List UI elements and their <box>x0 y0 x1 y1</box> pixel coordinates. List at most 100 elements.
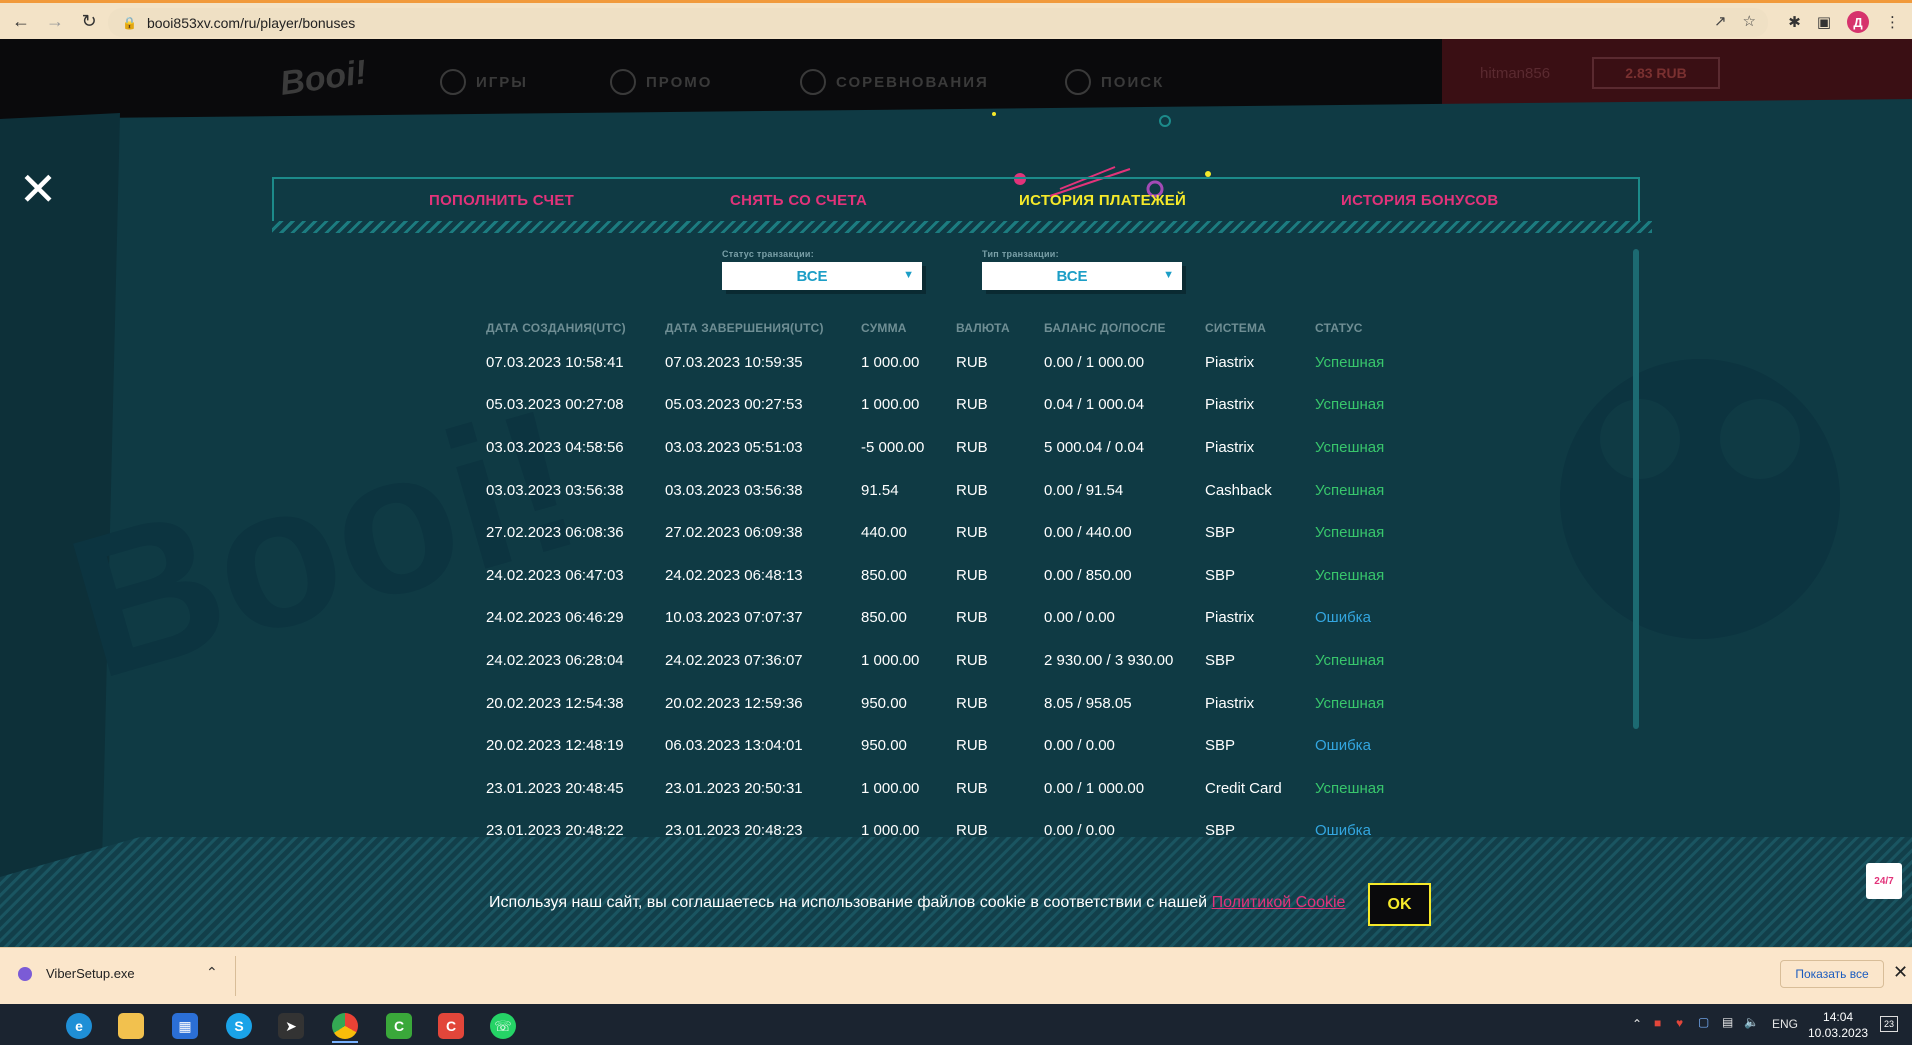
tray-volume-icon[interactable]: 🔈 <box>1744 1015 1759 1029</box>
download-item[interactable]: ViberSetup.exe <box>18 966 135 981</box>
tab-withdraw[interactable]: СНЯТЬ СО СЧЕТА <box>730 192 867 209</box>
cell-status: Успешная <box>1315 396 1385 414</box>
column-header[interactable]: ВАЛЮТА <box>956 321 1044 341</box>
camtasia-green-icon: C <box>386 1013 412 1039</box>
status-filter-select[interactable]: ВСЕ ▼ <box>722 262 922 290</box>
tray-screen-icon[interactable]: ▢ <box>1698 1015 1709 1029</box>
tray-overflow-chevron-icon[interactable]: ⌃ <box>1632 1017 1642 1031</box>
column-header[interactable]: СУММА <box>861 321 956 341</box>
cell-system: Piastrix <box>1205 609 1255 627</box>
notifications-badge[interactable]: 23 <box>1880 1016 1898 1032</box>
taskbar-store[interactable]: ▦ <box>164 1009 206 1043</box>
tray-language[interactable]: ENG <box>1772 1017 1798 1031</box>
cell-system: SBP <box>1205 737 1236 755</box>
cell-currency: RUB <box>956 481 988 499</box>
menu-kebab-icon[interactable]: ⋮ <box>1885 13 1900 31</box>
tray-shield-icon[interactable]: ♥ <box>1676 1016 1683 1030</box>
site-logo[interactable]: Booi! <box>278 53 369 104</box>
cell-amount: -5 000.00 <box>861 438 925 456</box>
nav-link-games[interactable]: ИГРЫ <box>440 69 528 95</box>
share-icon[interactable]: ↗ <box>1714 12 1727 30</box>
cell-created: 07.03.2023 10:58:41 <box>486 353 624 371</box>
back-button[interactable]: ← <box>8 8 34 34</box>
cell-system: Piastrix <box>1205 396 1255 414</box>
nav-link-search[interactable]: ПОИСК <box>1065 69 1164 95</box>
type-filter-select[interactable]: ВСЕ ▼ <box>982 262 1182 290</box>
cell-completed: 03.03.2023 03:56:38 <box>665 481 803 499</box>
nav-link-tournaments[interactable]: СОРЕВНОВАНИЯ <box>800 69 989 95</box>
cell-completed: 20.02.2023 12:59:36 <box>665 694 803 712</box>
column-header[interactable]: ДАТА ЗАВЕРШЕНИЯ(UTC) <box>665 321 861 341</box>
balance-button[interactable]: 2.83 RUB <box>1592 57 1720 89</box>
taskbar-skype[interactable]: S <box>218 1009 260 1043</box>
tab-deposit[interactable]: ПОПОЛНИТЬ СЧЕТ <box>429 192 574 209</box>
tray-antivirus-icon[interactable]: ■ <box>1654 1016 1661 1030</box>
caret-down-icon: ▼ <box>1163 269 1174 281</box>
games-icon <box>440 69 466 95</box>
cell-system: Piastrix <box>1205 438 1255 456</box>
cell-completed: 27.02.2023 06:09:38 <box>665 524 803 542</box>
support-chat-button[interactable]: 24/7 <box>1866 863 1902 899</box>
status-filter: Статус транзакции: ВСЕ ▼ <box>722 249 922 290</box>
whatsapp-icon: ☏ <box>490 1013 516 1039</box>
edge-icon: e <box>66 1013 92 1039</box>
address-url: booi853xv.com/ru/player/bonuses <box>146 14 356 31</box>
profile-avatar[interactable]: Д <box>1847 11 1869 33</box>
cell-currency: RUB <box>956 438 988 456</box>
extensions-icon[interactable]: ✱ <box>1788 13 1801 31</box>
column-header[interactable]: БАЛАНС ДО/ПОСЛЕ <box>1044 321 1205 341</box>
taskbar-camtasia-red[interactable]: C <box>430 1009 472 1043</box>
type-filter-label: Тип транзакции: <box>982 249 1059 259</box>
start-button[interactable] <box>4 1009 46 1043</box>
cell-currency: RUB <box>956 694 988 712</box>
reload-button[interactable]: ↻ <box>76 8 102 34</box>
taskbar-explorer[interactable] <box>110 1009 152 1043</box>
column-header[interactable]: СТАТУС <box>1315 321 1425 341</box>
taskbar-whatsapp[interactable]: ☏ <box>482 1009 524 1043</box>
table-row: 27.02.2023 06:08:36 27.02.2023 06:09:38 44… <box>486 511 1425 554</box>
cell-amount: 91.54 <box>861 481 899 499</box>
table-scrollbar[interactable] <box>1633 249 1639 729</box>
cell-amount: 850.00 <box>861 566 907 584</box>
tray-clock[interactable]: 14:04 10.03.2023 <box>1808 1009 1868 1041</box>
close-download-bar-icon[interactable]: ✕ <box>1893 962 1908 983</box>
tab-payment-history[interactable]: ИСТОРИЯ ПЛАТЕЖЕЙ <box>1019 192 1186 209</box>
browser-toolbar: ← → ↻ 🔒 booi853xv.com/ru/player/bonuses … <box>0 0 1912 39</box>
cell-status: Ошибка <box>1315 609 1371 627</box>
folder-icon <box>118 1013 144 1039</box>
column-header[interactable]: СИСТЕМА <box>1205 321 1315 341</box>
cell-status: Успешная <box>1315 779 1385 797</box>
clock-time: 14:04 <box>1823 1010 1854 1024</box>
taskbar-edge[interactable]: e <box>58 1009 100 1043</box>
show-all-downloads-button[interactable]: Показать все <box>1780 960 1884 988</box>
cell-status: Ошибка <box>1315 737 1371 755</box>
cookie-policy-link[interactable]: Политикой Cookie <box>1212 894 1346 911</box>
tray-network-icon[interactable]: ▤ <box>1722 1015 1733 1029</box>
cell-created: 23.01.2023 20:48:45 <box>486 779 624 797</box>
tab-bonus-history[interactable]: ИСТОРИЯ БОНУСОВ <box>1341 192 1499 209</box>
cell-created: 20.02.2023 12:48:19 <box>486 737 624 755</box>
cell-balance: 0.00 / 0.00 <box>1044 737 1115 755</box>
download-bar: ViberSetup.exe ⌃ Показать все ✕ <box>0 947 1912 1004</box>
cookie-ok-button[interactable]: OK <box>1368 883 1431 926</box>
column-header[interactable]: ДАТА СОЗДАНИЯ(UTC) <box>486 321 665 341</box>
cell-balance: 0.00 / 440.00 <box>1044 524 1132 542</box>
address-bar[interactable]: 🔒 booi853xv.com/ru/player/bonuses ↗ ☆ <box>108 8 1768 37</box>
crown-icon <box>610 69 636 95</box>
username[interactable]: hitman856 <box>1480 65 1550 82</box>
cell-created: 27.02.2023 06:08:36 <box>486 524 624 542</box>
table-header: ДАТА СОЗДАНИЯ(UTC) ДАТА ЗАВЕРШЕНИЯ(UTC) … <box>486 321 1425 341</box>
nav-link-promo[interactable]: ПРОМО <box>610 69 712 95</box>
chevron-up-icon[interactable]: ⌃ <box>206 964 218 981</box>
trophy-icon <box>800 69 826 95</box>
divider <box>235 956 236 996</box>
close-modal-button[interactable]: ✕ <box>18 166 58 212</box>
taskbar-chrome[interactable] <box>324 1009 366 1043</box>
cell-balance: 2 930.00 / 3 930.00 <box>1044 651 1174 669</box>
cell-balance: 8.05 / 958.05 <box>1044 694 1132 712</box>
forward-button[interactable]: → <box>42 8 68 34</box>
taskbar-camtasia-green[interactable]: C <box>378 1009 420 1043</box>
sidebar-icon[interactable]: ▣ <box>1817 13 1831 31</box>
bookmark-star-icon[interactable]: ☆ <box>1743 12 1756 30</box>
taskbar-app-arrow[interactable]: ➤ <box>270 1009 312 1043</box>
